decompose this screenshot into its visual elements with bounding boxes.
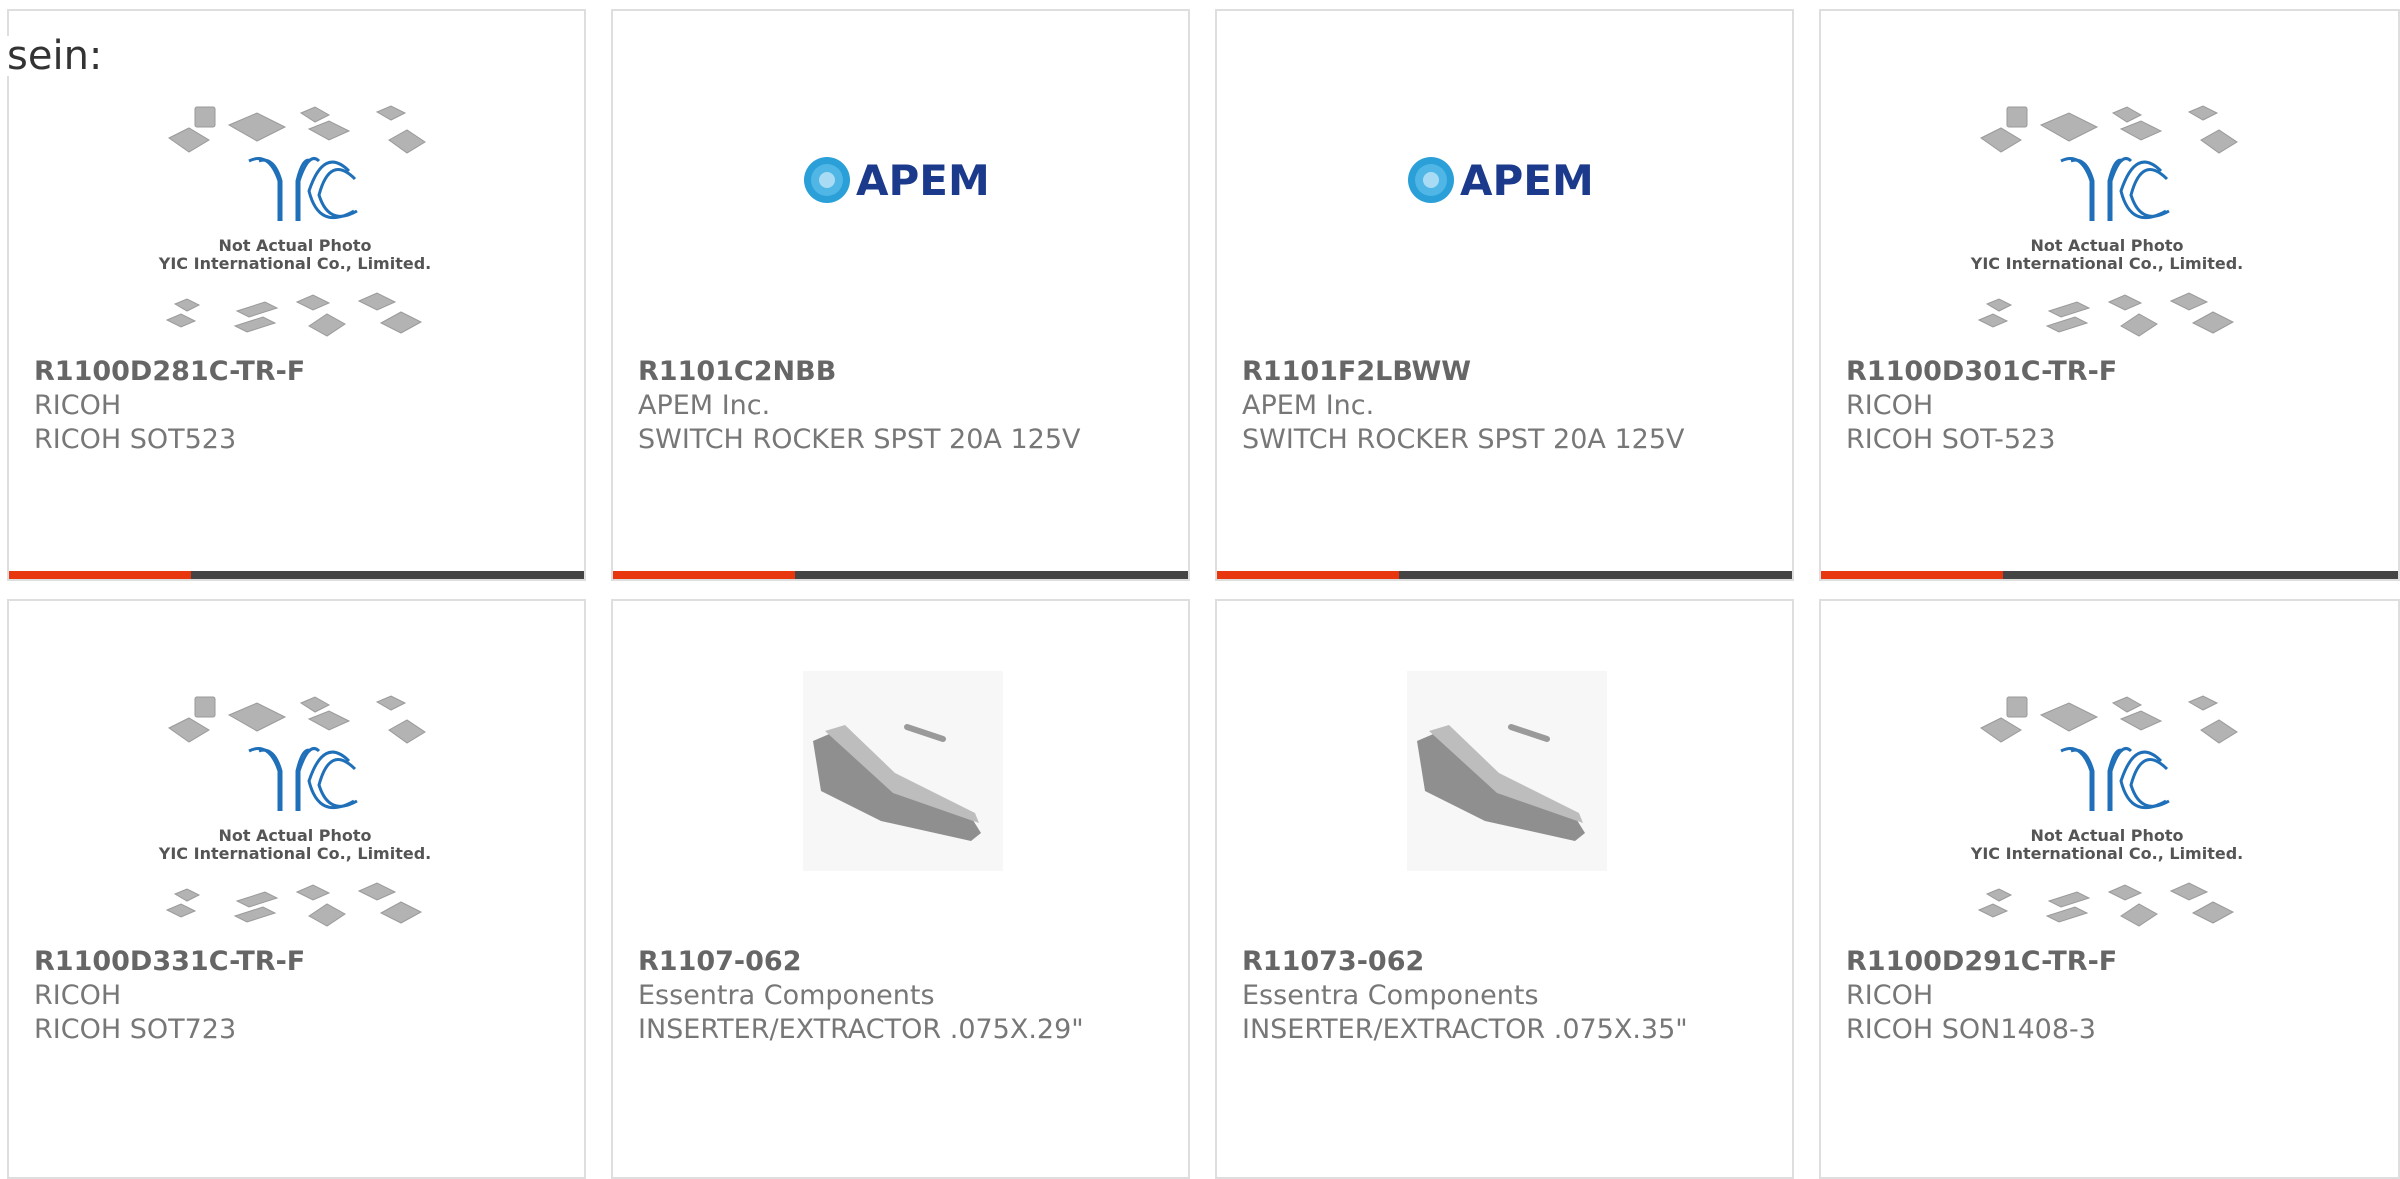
product-card[interactable]: Not Actual Photo YIC International Co., … [1819,9,2400,581]
product-image[interactable]: APEM [1217,11,1792,341]
manufacturer: RICOH [1846,980,1934,1011]
product-card[interactable]: APEM R1101C2NBB APEM Inc. SWITCH ROCKER … [611,9,1190,581]
manufacturer: RICOH [34,980,122,1011]
card-footer-bar [1821,571,2398,579]
intro-text: sein: [7,36,107,76]
part-number[interactable]: R1101F2LBWW [1242,355,1782,389]
inserter-tool-image [803,671,1003,871]
description: SWITCH ROCKER SPST 20A 125V [1242,424,1685,455]
description: RICOH SOT-523 [1846,424,2056,455]
apem-logo-image: APEM [804,156,990,205]
svg-text:Not Actual Photo: Not Actual Photo [218,236,371,255]
product-image[interactable] [613,601,1188,931]
description: RICOH SOT523 [34,424,237,455]
svg-text:YIC International Co., Limited: YIC International Co., Limited. [158,254,431,273]
svg-text:YIC International Co., Limited: YIC International Co., Limited. [1970,254,2243,273]
svg-text:APEM: APEM [1460,156,1594,205]
product-card[interactable]: R1107-062 Essentra Components INSERTER/E… [611,599,1190,1179]
product-image[interactable]: Not Actual Photo YIC International Co., … [9,601,584,931]
product-card[interactable]: R11073-062 Essentra Components INSERTER/… [1215,599,1794,1179]
card-footer-bar [9,571,584,579]
svg-text:YIC International Co., Limited: YIC International Co., Limited. [158,844,431,863]
description: INSERTER/EXTRACTOR .075X.29" [638,1014,1084,1045]
product-image[interactable] [1217,601,1792,931]
manufacturer: RICOH [1846,390,1934,421]
description: INSERTER/EXTRACTOR .075X.35" [1242,1014,1688,1045]
svg-text:Not Actual Photo: Not Actual Photo [2030,826,2183,845]
yic-placeholder-image: Not Actual Photo YIC International Co., … [1970,695,2243,927]
svg-text:YIC International Co., Limited: YIC International Co., Limited. [1970,844,2243,863]
product-image[interactable]: Not Actual Photo YIC International Co., … [1821,601,2398,931]
svg-text:Not Actual Photo: Not Actual Photo [218,826,371,845]
card-footer-bar [1217,571,1792,579]
part-number[interactable]: R11073-062 [1242,945,1782,979]
part-number[interactable]: R1100D301C-TR-F [1846,355,2388,389]
description: SWITCH ROCKER SPST 20A 125V [638,424,1081,455]
svg-text:APEM: APEM [856,156,990,205]
part-number[interactable]: R1100D281C-TR-F [34,355,574,389]
description: RICOH SON1408-3 [1846,1014,2096,1045]
svg-text:Not Actual Photo: Not Actual Photo [2030,236,2183,255]
part-number[interactable]: R1107-062 [638,945,1178,979]
yic-placeholder-image: Not Actual Photo YIC International Co., … [1970,105,2243,337]
part-number[interactable]: R1101C2NBB [638,355,1178,389]
product-card[interactable]: Not Actual Photo YIC International Co., … [7,599,586,1179]
product-card[interactable]: APEM R1101F2LBWW APEM Inc. SWITCH ROCKER… [1215,9,1794,581]
product-card[interactable]: Not Actual Photo YIC International Co., … [7,9,586,581]
yic-placeholder-image: Not Actual Photo YIC International Co., … [158,695,431,927]
apem-logo-image: APEM [1408,156,1594,205]
manufacturer: Essentra Components [1242,980,1539,1011]
product-image[interactable]: Not Actual Photo YIC International Co., … [1821,11,2398,341]
part-number[interactable]: R1100D331C-TR-F [34,945,574,979]
part-number[interactable]: R1100D291C-TR-F [1846,945,2388,979]
manufacturer: RICOH [34,390,122,421]
manufacturer: APEM Inc. [1242,390,1375,421]
inserter-tool-image [1407,671,1607,871]
description: RICOH SOT723 [34,1014,237,1045]
product-image[interactable]: APEM [613,11,1188,341]
product-card[interactable]: Not Actual Photo YIC International Co., … [1819,599,2400,1179]
manufacturer: APEM Inc. [638,390,771,421]
card-footer-bar [613,571,1188,579]
manufacturer: Essentra Components [638,980,935,1011]
